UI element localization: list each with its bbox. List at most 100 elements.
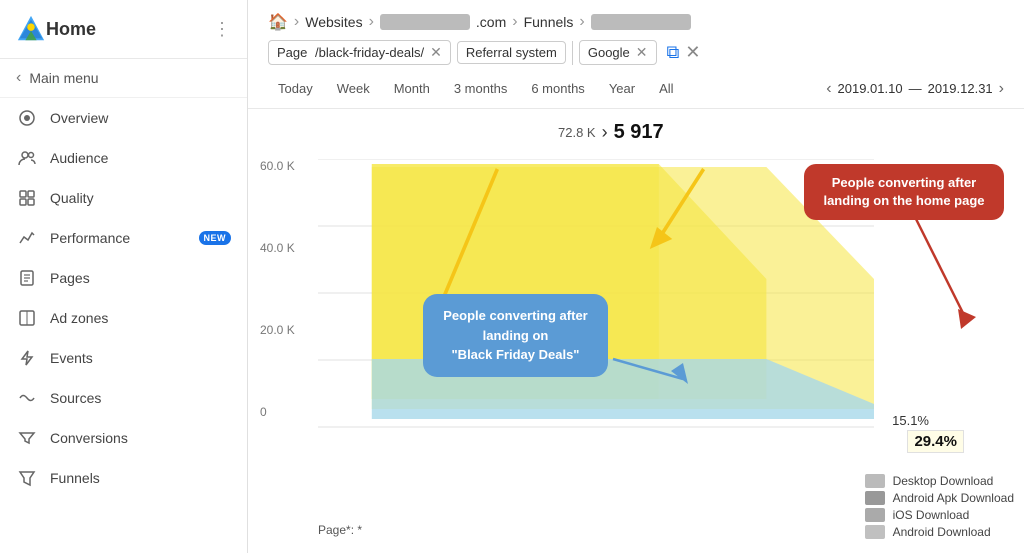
- stat-value: 5 917: [614, 121, 664, 144]
- breadcrumb-funnels[interactable]: Funnels: [524, 14, 574, 30]
- annotation-red: People converting after landing on the h…: [804, 164, 1004, 220]
- y-axis: 60.0 K 40.0 K 20.0 K 0: [260, 159, 295, 419]
- grid-icon: [16, 187, 38, 209]
- lines-icon: [16, 227, 38, 249]
- filter-page-label: Page: [277, 45, 307, 60]
- filter-referral[interactable]: Referral system: [457, 41, 566, 64]
- filter-page-value: /black-friday-deals/: [311, 45, 424, 60]
- annotation-red-text: People converting after landing on the h…: [823, 175, 984, 208]
- sidebar-header: Home ⋮: [0, 0, 247, 59]
- breadcrumb-domain[interactable]: [380, 14, 470, 30]
- pct-15-label: 15.1%: [892, 413, 929, 428]
- filter-referral-label: Referral system: [466, 45, 557, 60]
- main-menu-item[interactable]: ‹ Main menu: [0, 59, 247, 98]
- date-bar: Today Week Month 3 months 6 months Year …: [248, 73, 1024, 109]
- sidebar-item-funnels[interactable]: Funnels: [0, 458, 247, 498]
- legend-item-android: Android Download: [865, 525, 1014, 539]
- chart-stat: 72.8 K › 5 917: [558, 121, 664, 144]
- pct-29-value: 29.4%: [914, 433, 957, 450]
- legend-swatch-android-apk: [865, 491, 885, 505]
- date-6months[interactable]: 6 months: [521, 77, 594, 100]
- square-icon: [16, 307, 38, 329]
- wave-icon: [16, 387, 38, 409]
- ad-zones-label: Ad zones: [50, 310, 231, 326]
- pct-15-value: 15.1%: [892, 413, 929, 428]
- sidebar-item-conversions[interactable]: Conversions: [0, 418, 247, 458]
- breadcrumb-sep-2: ›: [369, 13, 374, 31]
- doc-icon: [16, 267, 38, 289]
- date-all[interactable]: All: [649, 77, 683, 100]
- breadcrumb-sep-1: ›: [294, 13, 299, 31]
- date-today[interactable]: Today: [268, 77, 323, 100]
- date-month[interactable]: Month: [384, 77, 440, 100]
- y-label-0: 0: [260, 405, 295, 419]
- date-year[interactable]: Year: [599, 77, 645, 100]
- breadcrumb: 🏠 › Websites › .com › Funnels ›: [248, 0, 1024, 40]
- legend-desktop-label: Desktop Download: [893, 474, 994, 488]
- sidebar-item-sources[interactable]: Sources: [0, 378, 247, 418]
- breadcrumb-websites[interactable]: Websites: [305, 14, 362, 30]
- sidebar-item-overview[interactable]: Overview: [0, 98, 247, 138]
- filter-page[interactable]: Page /black-friday-deals/ ✕: [268, 40, 451, 65]
- pct-29-label: 29.4%: [907, 430, 964, 453]
- date-range: ‹ 2019.01.10 — 2019.12.31 ›: [826, 80, 1004, 98]
- stat-prefix: 72.8 K: [558, 125, 596, 140]
- audience-label: Audience: [50, 150, 231, 166]
- sidebar-item-events[interactable]: Events: [0, 338, 247, 378]
- overview-label: Overview: [50, 110, 231, 126]
- filter-google-close[interactable]: ✕: [636, 44, 648, 61]
- home-icon[interactable]: 🏠: [268, 12, 288, 32]
- date-3months[interactable]: 3 months: [444, 77, 517, 100]
- more-options-icon[interactable]: ⋮: [213, 19, 231, 40]
- filter-bar: Page /black-friday-deals/ ✕ Referral sys…: [248, 40, 1024, 73]
- app-title: Home: [46, 19, 96, 40]
- legend-item-ios: iOS Download: [865, 508, 1014, 522]
- bolt-icon: [16, 347, 38, 369]
- breadcrumb-funnel-name[interactable]: [591, 14, 691, 30]
- filter-page-close[interactable]: ✕: [430, 44, 442, 61]
- sidebar: Home ⋮ ‹ Main menu Overview Audience Qua…: [0, 0, 248, 553]
- people-icon: [16, 147, 38, 169]
- date-dash: —: [909, 81, 922, 96]
- filter-icon: [16, 427, 38, 449]
- events-label: Events: [50, 350, 231, 366]
- date-from: 2019.01.10: [838, 81, 903, 96]
- legend-item-desktop: Desktop Download: [865, 474, 1014, 488]
- main-content: 🏠 › Websites › .com › Funnels › Page /bl…: [248, 0, 1024, 553]
- sidebar-item-performance[interactable]: Performance NEW: [0, 218, 247, 258]
- sidebar-item-ad-zones[interactable]: Ad zones: [0, 298, 247, 338]
- red-arrow: [886, 209, 1006, 339]
- legend-item-android-apk: Android Apk Download: [865, 491, 1014, 505]
- quality-label: Quality: [50, 190, 231, 206]
- legend-android-apk-label: Android Apk Download: [893, 491, 1014, 505]
- funnel-icon: [16, 467, 38, 489]
- sidebar-item-audience[interactable]: Audience: [0, 138, 247, 178]
- annotation-blue: People converting after landing on"Black…: [423, 294, 608, 377]
- stat-arrow-icon: ›: [602, 122, 608, 143]
- pages-label: Pages: [50, 270, 231, 286]
- legend-swatch-ios: [865, 508, 885, 522]
- main-menu-label: Main menu: [29, 70, 98, 86]
- sidebar-item-quality[interactable]: Quality: [0, 178, 247, 218]
- date-prev-arrow[interactable]: ‹: [826, 80, 831, 98]
- breadcrumb-domain-suffix: .com: [476, 14, 506, 30]
- sources-label: Sources: [50, 390, 231, 406]
- sidebar-item-pages[interactable]: Pages: [0, 258, 247, 298]
- app-logo: [16, 14, 46, 44]
- legend-android-label: Android Download: [893, 525, 991, 539]
- filter-copy-icon[interactable]: ⧉: [667, 42, 680, 63]
- chart-area: 72.8 K › 5 917 60.0 K 40.0 K 20.0 K 0: [248, 109, 1024, 553]
- conversions-label: Conversions: [50, 430, 231, 446]
- chevron-left-icon: ‹: [16, 69, 21, 87]
- legend-ios-label: iOS Download: [893, 508, 970, 522]
- date-week[interactable]: Week: [327, 77, 380, 100]
- date-next-arrow[interactable]: ›: [999, 80, 1004, 98]
- y-label-20k: 20.0 K: [260, 323, 295, 337]
- legend-right: Desktop Download Android Apk Download iO…: [865, 474, 1014, 539]
- legend-swatch-android: [865, 525, 885, 539]
- legend-swatch-desktop: [865, 474, 885, 488]
- filter-divider: [572, 41, 573, 65]
- new-badge: NEW: [199, 231, 232, 245]
- filter-clear-icon[interactable]: ✕: [685, 42, 700, 63]
- filter-google[interactable]: Google ✕: [579, 40, 657, 65]
